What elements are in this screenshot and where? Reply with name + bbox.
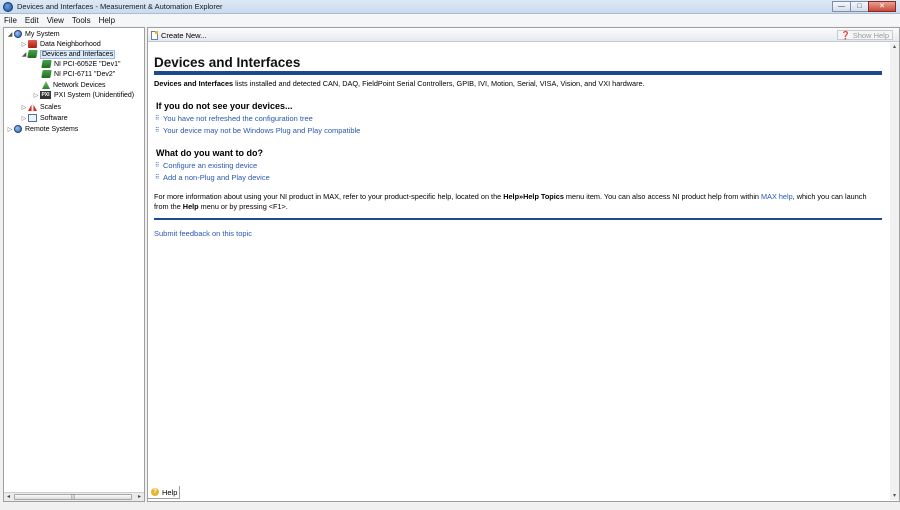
expand-arrow-icon[interactable]: ▷	[20, 104, 28, 111]
title-bar: Devices and Interfaces - Measurement & A…	[0, 0, 900, 14]
devices-board-icon	[27, 50, 38, 58]
tree-item-label: Scales	[40, 103, 62, 111]
status-bar	[0, 502, 900, 510]
help-topics-menu-text: Help»Help Topics	[503, 192, 564, 201]
configuration-tree[interactable]: ◢ My System ▷ Data Neighborhood ◢ Device…	[3, 27, 145, 502]
tree-item-label: Devices and Interfaces	[40, 49, 116, 59]
scrollbar-thumb[interactable]: |||	[14, 494, 132, 500]
tree-item-network-devices[interactable]: Network Devices	[34, 80, 106, 90]
tree-item-pxi-system[interactable]: ▷ PXI PXI System (Unidentified)	[32, 90, 134, 100]
daq-board-icon	[41, 60, 52, 68]
heading-divider	[154, 71, 882, 75]
help-content-pane: Create New... ❓ Show Help Devices and In…	[147, 27, 900, 502]
intro-text: Devices and Interfaces lists installed a…	[154, 79, 882, 88]
intro-rest: lists installed and detected CAN, DAQ, F…	[233, 79, 645, 88]
create-new-label: Create New...	[161, 30, 207, 40]
show-help-label: Show Help	[852, 30, 889, 40]
bullet-icon: ⠿	[155, 163, 159, 169]
daq-board-icon	[41, 70, 52, 78]
link-label[interactable]: You have not refreshed the configuration…	[163, 114, 313, 123]
help-tab-icon: ?	[151, 488, 159, 496]
window-controls: — □ ✕	[832, 1, 896, 13]
create-new-button[interactable]: Create New...	[151, 30, 206, 40]
link-configure-device[interactable]: ⠿ Configure an existing device	[155, 161, 882, 170]
link-add-device[interactable]: ⠿ Add a non-Plug and Play device	[155, 173, 882, 182]
maximize-button[interactable]: □	[850, 1, 869, 12]
menu-file[interactable]: File	[4, 16, 17, 25]
tree-item-remote-systems[interactable]: ▷ Remote Systems	[6, 124, 78, 134]
expand-arrow-icon[interactable]: ▷	[20, 41, 28, 48]
tree-item-label: Data Neighborhood	[40, 40, 101, 48]
section-title-what-to-do: What do you want to do?	[156, 148, 263, 158]
submit-feedback-link[interactable]: Submit feedback on this topic	[154, 229, 882, 238]
window-title: Devices and Interfaces - Measurement & A…	[17, 2, 223, 11]
more-info-part: menu item. You can also access NI produc…	[563, 192, 762, 201]
tree-item-label: Remote Systems	[25, 125, 79, 133]
help-question-icon: ❓	[840, 30, 851, 40]
data-neighborhood-icon	[28, 40, 37, 48]
link-label[interactable]: Your device may not be Windows Plug and …	[163, 126, 360, 135]
section-title-missing-devices: If you do not see your devices...	[156, 101, 293, 111]
app-window: Devices and Interfaces - Measurement & A…	[0, 0, 900, 510]
tree-horizontal-scrollbar[interactable]: ◂ ||| ▸	[4, 492, 144, 501]
tab-help[interactable]: ? Help	[147, 486, 180, 499]
menu-bar: File Edit View Tools Help	[0, 14, 900, 26]
scales-icon	[28, 103, 37, 111]
footer-divider	[154, 218, 882, 220]
network-icon	[42, 81, 50, 89]
tree-item-my-system[interactable]: ◢ My System	[6, 29, 60, 39]
content-toolbar: Create New... ❓ Show Help	[148, 28, 899, 42]
max-help-link[interactable]: MAX help	[761, 192, 793, 201]
tree-item-data-neighborhood[interactable]: ▷ Data Neighborhood	[20, 39, 101, 49]
new-document-icon	[151, 30, 158, 40]
more-info-part: For more information about using your NI…	[154, 192, 504, 201]
max-app-icon	[3, 2, 13, 12]
show-help-button[interactable]: ❓ Show Help	[836, 30, 893, 40]
scroll-down-icon[interactable]: ▾	[890, 492, 899, 500]
link-label[interactable]: Configure an existing device	[163, 161, 257, 170]
link-refresh-tree[interactable]: ⠿ You have not refreshed the configurati…	[155, 114, 882, 123]
scroll-left-icon[interactable]: ◂	[4, 493, 13, 501]
globe-icon	[14, 30, 22, 38]
help-menu-text: Help	[182, 202, 199, 211]
menu-tools[interactable]: Tools	[72, 16, 91, 25]
tree-item-label: PXI System (Unidentified)	[54, 91, 135, 99]
page-title: Devices and Interfaces	[154, 55, 301, 70]
menu-edit[interactable]: Edit	[25, 16, 39, 25]
more-info-part: menu or by pressing <F1>.	[198, 202, 288, 211]
intro-bold: Devices and Interfaces	[154, 79, 234, 88]
tree-item-label: Network Devices	[53, 81, 106, 89]
scroll-right-icon[interactable]: ▸	[135, 493, 144, 501]
tree-item-dev2[interactable]: NI PCI-6711 "Dev2"	[34, 69, 115, 79]
tree-item-label: NI PCI-6711 "Dev2"	[54, 70, 116, 78]
tree-item-label: Software	[40, 114, 68, 122]
menu-help[interactable]: Help	[99, 16, 115, 25]
bullet-icon: ⠿	[155, 175, 159, 181]
bullet-icon: ⠿	[155, 116, 159, 122]
more-info-text: For more information about using your NI…	[154, 192, 882, 212]
content-vertical-scrollbar[interactable]: ▴ ▾	[890, 43, 899, 500]
collapse-arrow-icon[interactable]: ◢	[6, 31, 14, 38]
tab-help-label: Help	[162, 487, 178, 497]
tree-item-scales[interactable]: ▷ Scales	[20, 102, 61, 112]
pxi-icon: PXI	[40, 91, 51, 99]
expand-arrow-icon[interactable]: ▷	[20, 115, 28, 122]
scroll-up-icon[interactable]: ▴	[890, 43, 899, 51]
minimize-button[interactable]: —	[832, 1, 851, 12]
help-article: Devices and Interfaces Devices and Inter…	[154, 55, 882, 238]
link-label[interactable]: Add a non-Plug and Play device	[163, 173, 270, 182]
tree-item-dev1[interactable]: NI PCI-6052E "Dev1"	[34, 59, 120, 69]
tree-item-devices-and-interfaces[interactable]: ◢ Devices and Interfaces	[20, 49, 116, 59]
expand-arrow-icon[interactable]: ▷	[6, 126, 14, 133]
tree-item-label: NI PCI-6052E "Dev1"	[54, 60, 121, 68]
software-icon	[28, 114, 37, 122]
link-not-plug-and-play[interactable]: ⠿ Your device may not be Windows Plug an…	[155, 126, 882, 135]
close-button[interactable]: ✕	[868, 1, 896, 12]
tree-item-label: My System	[25, 30, 60, 38]
globe-icon	[14, 125, 22, 133]
bullet-icon: ⠿	[155, 128, 159, 134]
tree-item-software[interactable]: ▷ Software	[20, 113, 68, 123]
expand-arrow-icon[interactable]: ▷	[32, 92, 40, 99]
menu-view[interactable]: View	[47, 16, 64, 25]
